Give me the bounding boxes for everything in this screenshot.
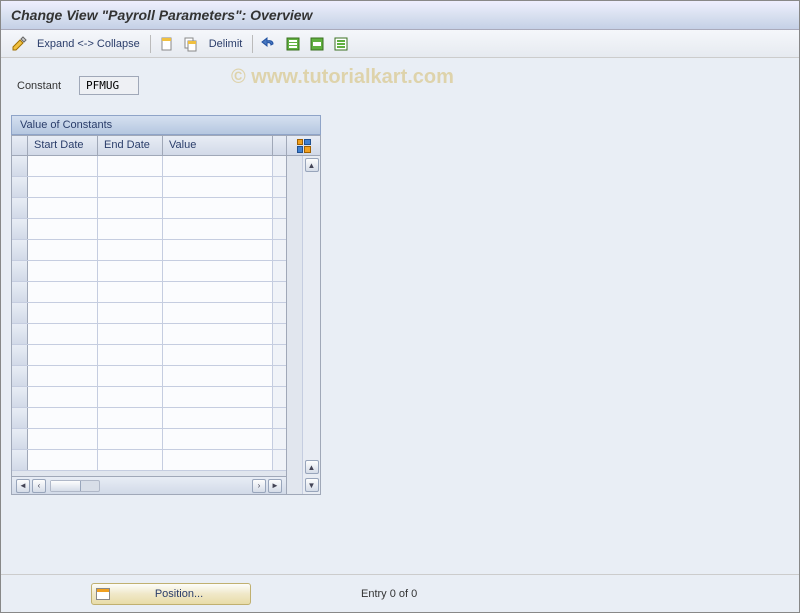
constant-field-row: Constant PFMUG bbox=[17, 76, 783, 95]
position-button[interactable]: Position... bbox=[91, 583, 251, 605]
content-area: Constant PFMUG Value of Constants Start … bbox=[1, 58, 799, 579]
grid-body bbox=[12, 156, 286, 476]
toolbar-separator bbox=[252, 35, 253, 53]
scroll-last-icon[interactable]: ► bbox=[268, 479, 282, 493]
grid-main: Start Date End Date Value bbox=[12, 136, 286, 494]
table-row[interactable] bbox=[12, 177, 286, 198]
table-row[interactable] bbox=[12, 387, 286, 408]
select-all-icon[interactable] bbox=[283, 34, 303, 54]
undo-icon[interactable] bbox=[259, 34, 279, 54]
scroll-up-icon[interactable]: ▲ bbox=[305, 158, 319, 172]
scroll-track[interactable] bbox=[50, 480, 100, 492]
table-row[interactable] bbox=[12, 261, 286, 282]
scroll-first-icon[interactable]: ◄ bbox=[16, 479, 30, 493]
configure-columns-button[interactable] bbox=[287, 136, 320, 156]
column-end-date[interactable]: End Date bbox=[98, 136, 163, 155]
constant-input[interactable]: PFMUG bbox=[79, 76, 139, 95]
entry-status: Entry 0 of 0 bbox=[361, 588, 417, 600]
configure-icon bbox=[297, 139, 311, 153]
table-row[interactable] bbox=[12, 324, 286, 345]
constants-grid: Start Date End Date Value bbox=[11, 135, 321, 495]
table-row[interactable] bbox=[12, 240, 286, 261]
page-title: Change View "Payroll Parameters": Overvi… bbox=[1, 1, 799, 30]
vertical-scrollbar: ▲ ▲ ▼ bbox=[302, 156, 320, 494]
select-all-column[interactable] bbox=[12, 136, 28, 155]
toolbar-separator bbox=[150, 35, 151, 53]
table-row[interactable] bbox=[12, 156, 286, 177]
table-row[interactable] bbox=[12, 303, 286, 324]
application-toolbar: Expand <-> Collapse Delimit bbox=[1, 30, 799, 58]
table-row[interactable] bbox=[12, 408, 286, 429]
scroll-down-icon[interactable]: ▼ bbox=[305, 478, 319, 492]
grid-header: Start Date End Date Value bbox=[12, 136, 286, 156]
grid-right-panel: ▲ ▲ ▼ bbox=[286, 136, 320, 494]
table-row[interactable] bbox=[12, 345, 286, 366]
delimit-button[interactable]: Delimit bbox=[205, 38, 247, 50]
position-label: Position... bbox=[116, 588, 242, 600]
column-value[interactable]: Value bbox=[163, 136, 273, 155]
constants-panel: Value of Constants Start Date End Date V… bbox=[11, 115, 321, 495]
copy-icon[interactable] bbox=[181, 34, 201, 54]
change-icon[interactable] bbox=[9, 34, 29, 54]
table-row[interactable] bbox=[12, 219, 286, 240]
scroll-up2-icon[interactable]: ▲ bbox=[305, 460, 319, 474]
select-block-icon[interactable] bbox=[307, 34, 327, 54]
column-start-date[interactable]: Start Date bbox=[28, 136, 98, 155]
deselect-all-icon[interactable] bbox=[331, 34, 351, 54]
footer-bar: Position... Entry 0 of 0 bbox=[1, 574, 799, 612]
horizontal-scrollbar: ◄ ‹ › ► bbox=[12, 476, 286, 494]
table-row[interactable] bbox=[12, 282, 286, 303]
constant-label: Constant bbox=[17, 80, 61, 92]
expand-collapse-button[interactable]: Expand <-> Collapse bbox=[33, 38, 144, 50]
table-row[interactable] bbox=[12, 366, 286, 387]
table-row[interactable] bbox=[12, 450, 286, 471]
panel-title: Value of Constants bbox=[11, 115, 321, 135]
scroll-left-icon[interactable]: ‹ bbox=[32, 479, 46, 493]
position-icon bbox=[96, 588, 110, 600]
table-row[interactable] bbox=[12, 198, 286, 219]
table-row[interactable] bbox=[12, 429, 286, 450]
new-entries-icon[interactable] bbox=[157, 34, 177, 54]
scroll-right-icon[interactable]: › bbox=[252, 479, 266, 493]
